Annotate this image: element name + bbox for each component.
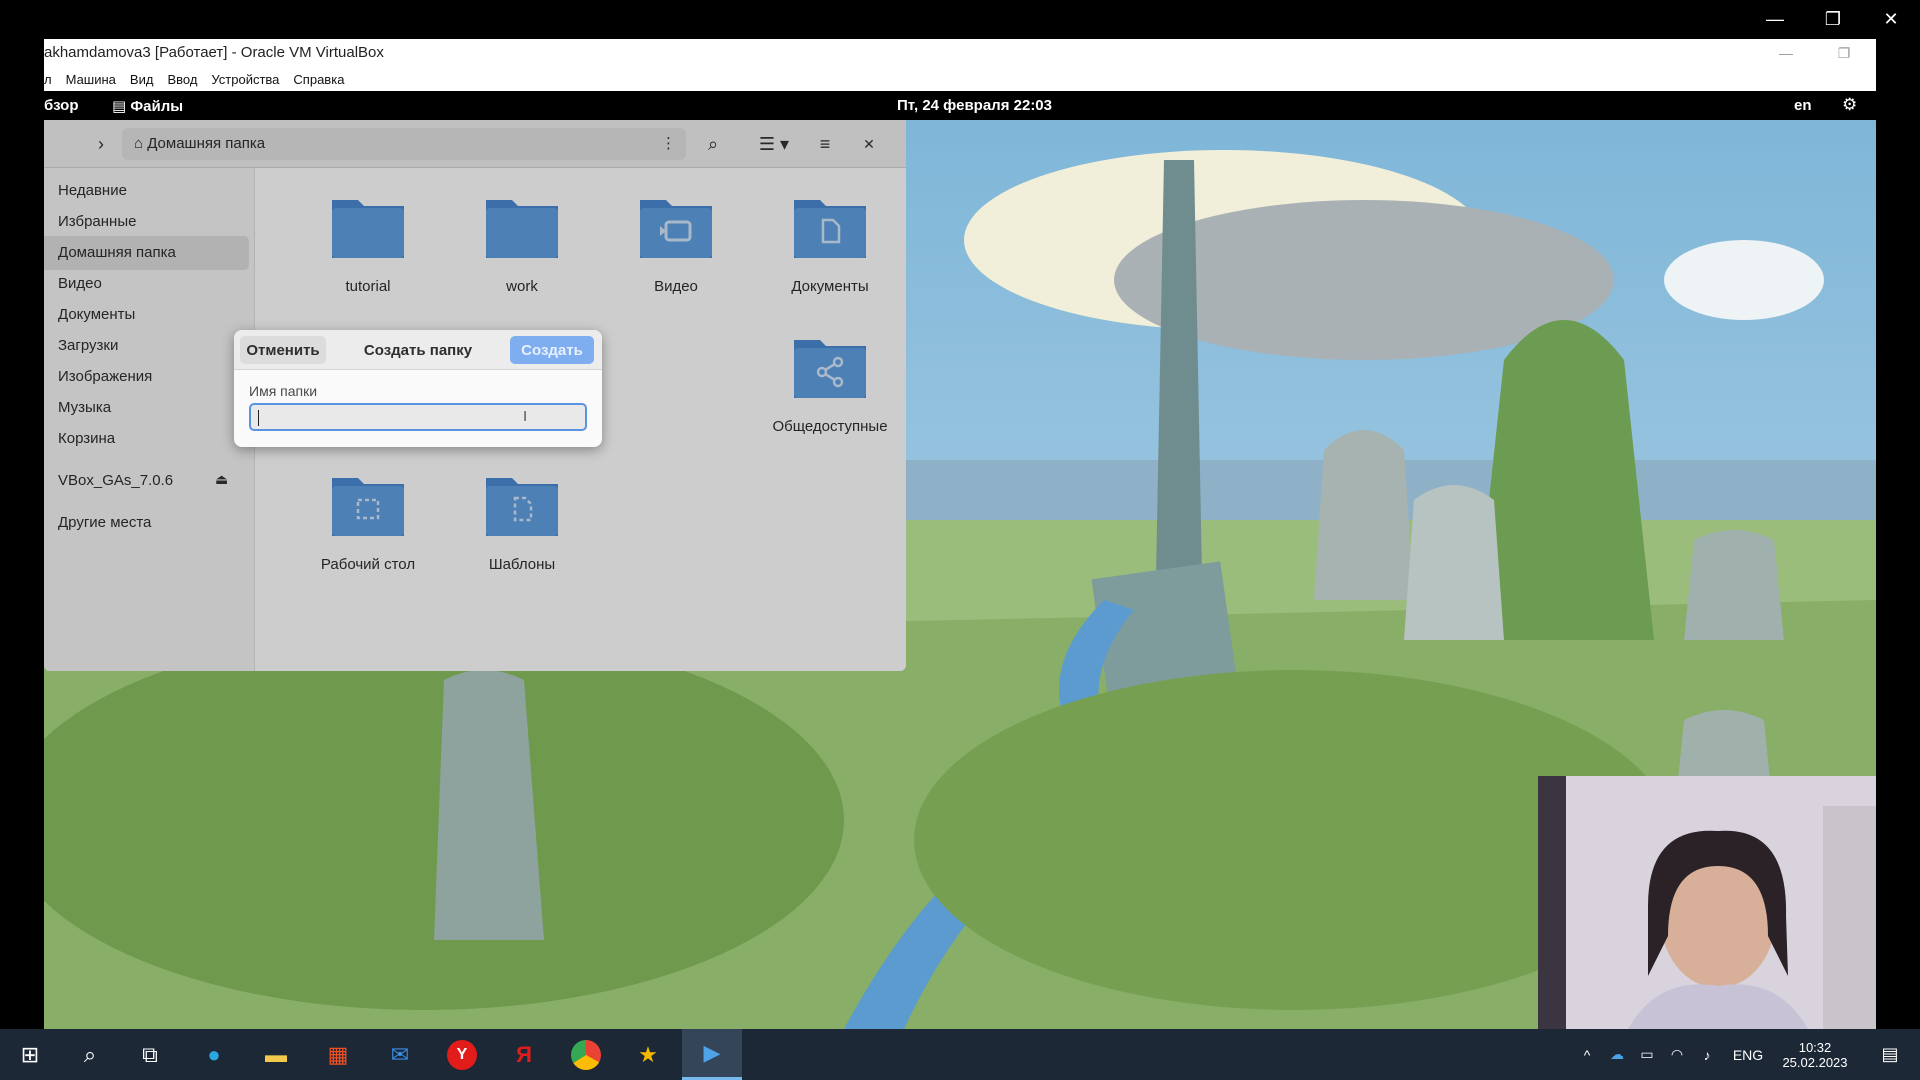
search-taskbar-button[interactable]: ⌕	[62, 1029, 118, 1080]
folder-icon: ▬	[265, 1041, 287, 1067]
chrome-icon	[571, 1039, 601, 1070]
search-icon: ⌕	[83, 1041, 97, 1067]
yandex-browser-taskbar-button[interactable]: Y	[434, 1029, 490, 1080]
pinned-star-app-button[interactable]: ★	[620, 1029, 676, 1080]
keyboard-layout-indicator[interactable]: en	[1794, 97, 1812, 114]
windows-logo-icon: ⊞	[20, 1041, 40, 1067]
activities-button[interactable]: бзор	[44, 97, 78, 114]
dialog-title: Создать папку	[363, 341, 473, 359]
menu-devices[interactable]: Устройства	[211, 72, 279, 87]
notification-icon: ▤	[1881, 1044, 1899, 1064]
battery-tray-icon[interactable]: ▭	[1634, 1029, 1660, 1080]
text-cursor-icon: I	[523, 408, 528, 425]
webcam-video-overlay	[1538, 776, 1876, 1029]
mail-taskbar-button[interactable]: ✉	[372, 1029, 428, 1080]
create-button[interactable]: Создать	[510, 336, 594, 364]
task-view-button[interactable]: ⧉	[122, 1029, 178, 1080]
new-folder-dialog: Отменить Создать папку Создать Имя папки…	[234, 330, 602, 447]
host-close-button[interactable]: ✕	[1862, 0, 1920, 39]
folder-name-input[interactable]: I	[249, 403, 587, 431]
start-button[interactable]: ⊞	[2, 1029, 58, 1080]
virtualbox-title: akhamdamova3 [Работает] - Oracle VM Virt…	[44, 39, 1876, 67]
mail-icon: ✉	[390, 1041, 410, 1067]
yandex-taskbar-button[interactable]: Я	[496, 1029, 552, 1080]
clock[interactable]: Пт, 24 февраля 22:03	[897, 97, 1052, 114]
folder-name-label: Имя папки	[249, 383, 318, 399]
cancel-button[interactable]: Отменить	[240, 336, 326, 364]
taskbar-clock[interactable]: 10:32 25.02.2023	[1772, 1029, 1858, 1080]
virtualbox-viewer-taskbar-button[interactable]: ▶	[682, 1029, 742, 1080]
host-restore-button[interactable]: ❐	[1804, 0, 1862, 39]
virtualbox-menubar: л Машина Вид Ввод Устройства Справка	[44, 67, 1876, 91]
yandex-icon: Я	[516, 1041, 532, 1067]
volume-tray-icon[interactable]: ♪	[1694, 1029, 1720, 1080]
explorer-taskbar-button[interactable]: ▬	[248, 1029, 304, 1080]
chrome-taskbar-button[interactable]	[558, 1029, 614, 1080]
host-minimize-button[interactable]: —	[1746, 0, 1804, 39]
menu-machine[interactable]: Машина	[66, 72, 116, 87]
menu-view[interactable]: Вид	[130, 72, 154, 87]
video-viewer-icon: ▶	[703, 1040, 721, 1065]
files-app-icon: ▤	[112, 98, 131, 115]
store-icon: ▦	[327, 1041, 349, 1067]
menu-help[interactable]: Справка	[293, 72, 344, 87]
edge-icon: ●	[207, 1041, 221, 1067]
taskbar-time: 10:32	[1798, 1039, 1832, 1055]
vbox-restore-button[interactable]: ❐	[1824, 39, 1864, 67]
chevron-up-icon: ^	[1583, 1046, 1591, 1063]
files-app-menu[interactable]: ▤ Файлы	[112, 97, 183, 115]
yandex-browser-icon: Y	[447, 1039, 477, 1070]
network-icon[interactable]: ⚙	[1842, 95, 1857, 115]
host-window-titlebar	[0, 0, 1920, 39]
taskbar-date: 25.02.2023	[1782, 1054, 1848, 1070]
task-view-icon: ⧉	[142, 1041, 158, 1067]
text-caret	[258, 410, 259, 426]
wifi-tray-icon[interactable]: ◠	[1664, 1029, 1690, 1080]
dialog-headerbar: Отменить Создать папку Создать	[234, 330, 602, 370]
windows-taskbar: ⊞ ⌕ ⧉ ● ▬ ▦ ✉ Y Я ★ ▶ ^ ☁ ▭ ◠ ♪ ENG 10:3…	[0, 1029, 1920, 1080]
star-icon: ★	[638, 1041, 658, 1067]
notification-center-button[interactable]: ▤	[1868, 1029, 1912, 1080]
input-language-indicator[interactable]: ENG	[1726, 1029, 1770, 1080]
tray-overflow-button[interactable]: ^	[1574, 1029, 1600, 1080]
vbox-minimize-button[interactable]: —	[1766, 39, 1806, 67]
edge-taskbar-button[interactable]: ●	[186, 1029, 242, 1080]
menu-file[interactable]: л	[44, 72, 52, 87]
menu-input[interactable]: Ввод	[167, 72, 197, 87]
onedrive-tray-icon[interactable]: ☁	[1604, 1029, 1630, 1080]
gnome-top-bar: бзор ▤ Файлы Пт, 24 февраля 22:03 en ⚙	[44, 91, 1876, 120]
store-taskbar-button[interactable]: ▦	[310, 1029, 366, 1080]
